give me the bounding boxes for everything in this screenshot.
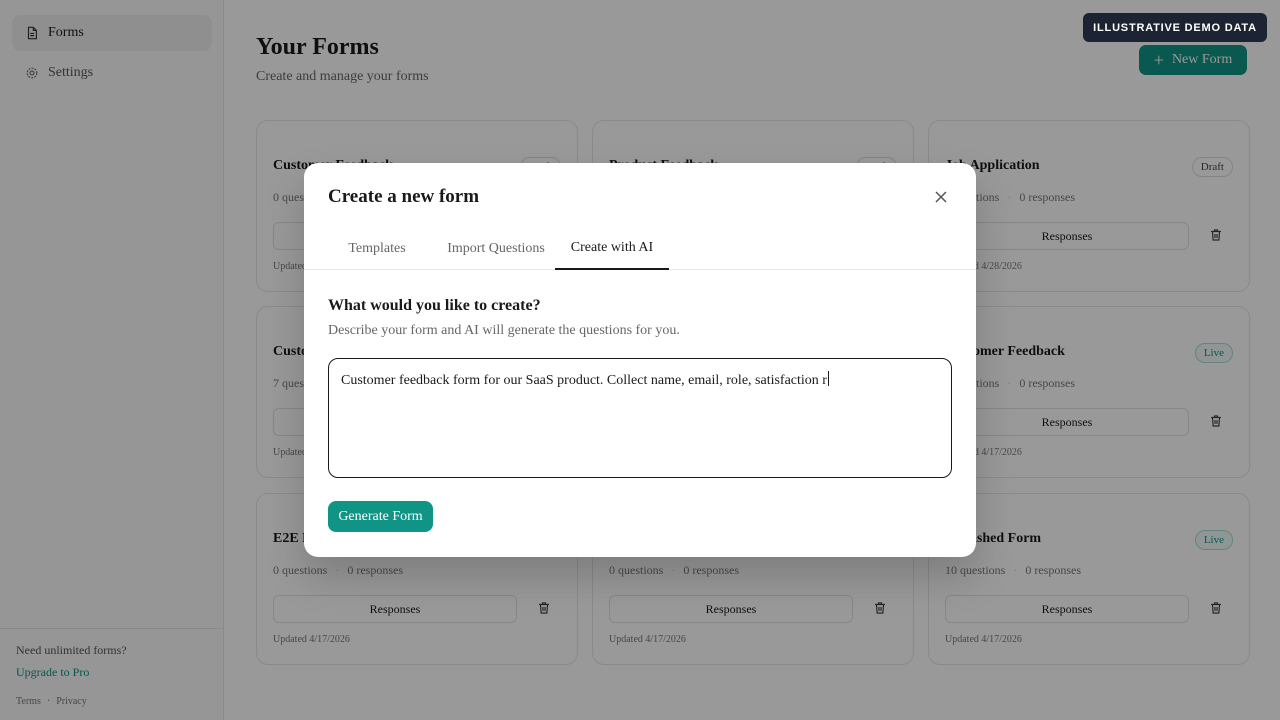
text-caret: [827, 371, 829, 386]
section-description: Describe your form and AI will generate …: [328, 323, 680, 338]
prompt-text: Customer feedback form for our SaaS prod…: [341, 373, 827, 388]
close-icon[interactable]: [932, 188, 950, 206]
modal-title: Create a new form: [328, 186, 480, 207]
generate-form-button[interactable]: Generate Form: [328, 501, 433, 532]
tab-templates[interactable]: Templates: [328, 227, 426, 270]
tab-import-questions[interactable]: Import Questions: [426, 227, 566, 270]
section-title: What would you like to create?: [328, 297, 541, 314]
tab-create-with-ai[interactable]: Create with AI: [555, 227, 669, 270]
ai-prompt-textarea[interactable]: Customer feedback form for our SaaS prod…: [328, 358, 952, 478]
create-form-modal: Create a new form Templates Import Quest…: [304, 163, 976, 557]
demo-data-badge: ILLUSTRATIVE DEMO DATA: [1083, 13, 1267, 42]
modal-tabs: Templates Import Questions Create with A…: [304, 227, 976, 270]
